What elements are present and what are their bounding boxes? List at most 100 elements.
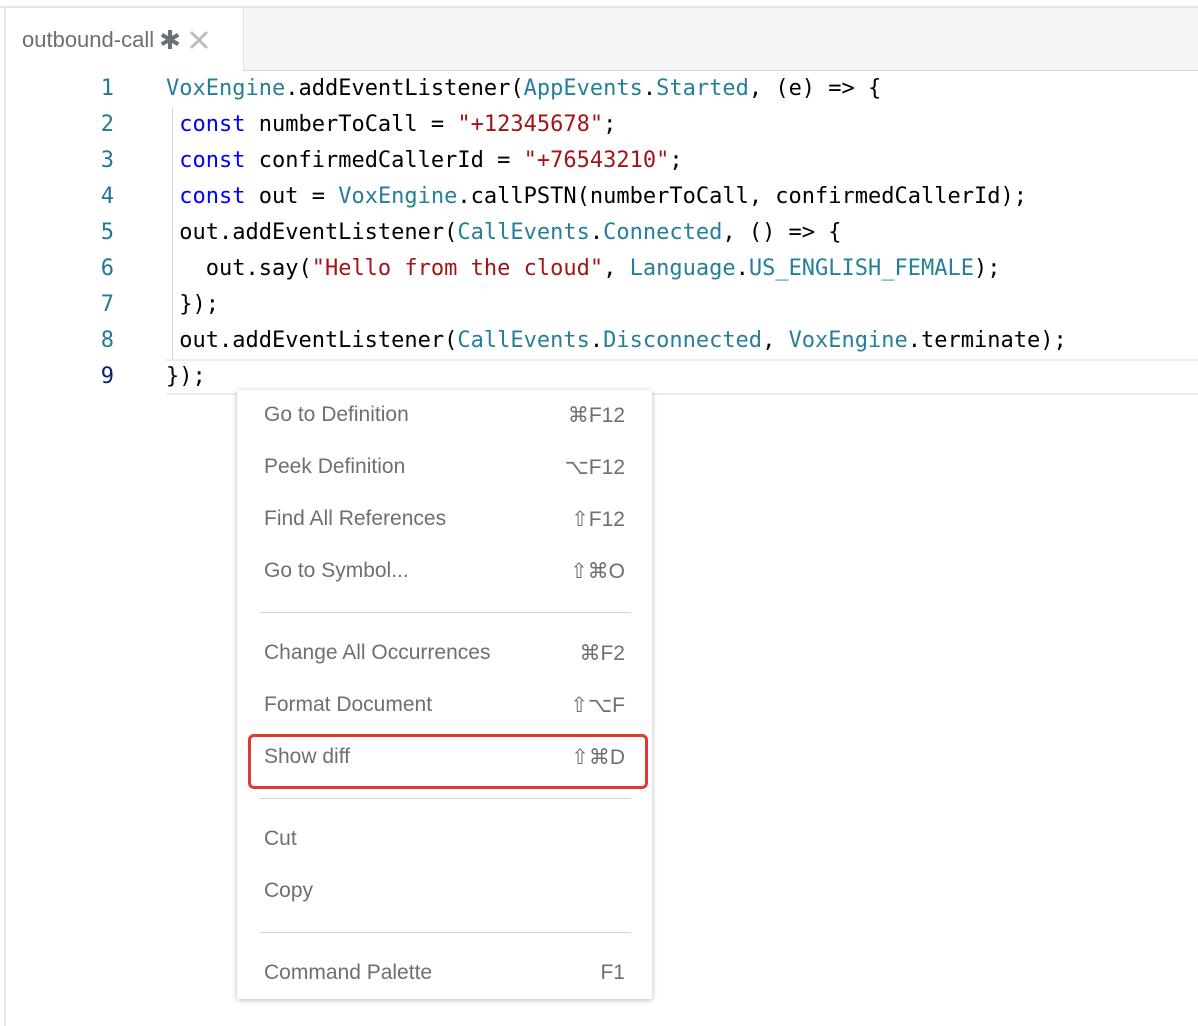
code-line[interactable]: 5 out.addEventListener(CallEvents.Connec… (6, 215, 1198, 251)
menu-item-label: Format Document (264, 693, 433, 716)
code-token: CallEvents (457, 328, 590, 353)
menu-item-label: Copy (264, 879, 314, 902)
code-token: out = (245, 184, 339, 209)
line-number: 9 (100, 364, 114, 389)
code-token: ; (669, 148, 683, 173)
code-token: "+76543210" (523, 148, 670, 173)
close-icon[interactable] (189, 30, 209, 50)
code-line[interactable]: 7 }); (6, 287, 1198, 323)
menu-item-go-to-definition[interactable]: Go to Definition ⌘F12 (237, 394, 652, 438)
code-token: , (e) => { (748, 76, 882, 101)
tab-bar: outbound-call ✱ (6, 8, 1198, 71)
line-number: 4 (100, 184, 114, 209)
menu-item-label: Cut (264, 827, 297, 850)
line-number: 3 (100, 148, 114, 173)
menu-item-command-palette[interactable]: Command Palette F1 (237, 952, 652, 996)
line-code: const numberToCall = "+12345678"; (166, 107, 616, 143)
code-token: ; (603, 112, 617, 137)
menu-item-shortcut: ⌥F12 (564, 456, 625, 479)
menu-item-shortcut: ⇧⌘O (570, 560, 625, 583)
code-token: }); (166, 364, 206, 389)
tab-outbound-call[interactable]: outbound-call ✱ (6, 8, 244, 71)
line-number: 5 (100, 220, 114, 245)
menu-item-label: Peek Definition (264, 455, 406, 478)
code-token: US_ENGLISH_FEMALE (748, 256, 974, 281)
context-menu: Go to Definition ⌘F12 Peek Definition ⌥F12 F… (237, 390, 652, 999)
menu-separator (259, 932, 631, 933)
line-number: 2 (100, 112, 114, 137)
menu-item-copy[interactable]: Copy (237, 870, 652, 914)
code-token: out.addEventListener( (166, 220, 458, 245)
menu-separator (259, 612, 631, 613)
code-token: "+12345678" (457, 112, 604, 137)
menu-separator (259, 798, 631, 799)
menu-item-label: Command Palette (264, 961, 433, 984)
menu-item-label: Go to Definition (264, 403, 409, 426)
code-token: const (179, 112, 246, 137)
code-token: VoxEngine (788, 328, 908, 353)
menu-item-go-to-symbol[interactable]: Go to Symbol... ⇧⌘O (237, 550, 652, 594)
code-token: CallEvents (457, 220, 590, 245)
code-token: .addEventListener( (285, 76, 524, 101)
code-token: const (179, 148, 246, 173)
line-code: out.addEventListener(CallEvents.Connecte… (166, 215, 842, 251)
code-token: , (762, 328, 789, 353)
menu-item-shortcut: ⇧⌥F (570, 694, 625, 717)
menu-item-find-all-references[interactable]: Find All References ⇧F12 (237, 498, 652, 542)
code-line[interactable]: 8 out.addEventListener(CallEvents.Discon… (6, 323, 1198, 359)
menu-item-label: Find All References (264, 507, 447, 530)
line-number: 6 (100, 256, 114, 281)
code-token: VoxEngine (166, 76, 286, 101)
menu-item-label: Go to Symbol... (264, 559, 409, 582)
code-token: }); (166, 292, 219, 317)
menu-item-change-all-occurrences[interactable]: Change All Occurrences ⌘F2 (237, 632, 652, 676)
code-token: , (603, 256, 630, 281)
menu-item-format-document[interactable]: Format Document ⇧⌥F (237, 684, 652, 728)
code-token: numberToCall = (245, 112, 458, 137)
code-token: out.addEventListener( (166, 328, 458, 353)
code-token: out.say( (166, 256, 312, 281)
code-token: , () => { (722, 220, 842, 245)
code-token: Started (656, 76, 749, 101)
code-token: AppEvents (523, 76, 643, 101)
line-code: }); (166, 359, 206, 395)
code-token: ); (974, 256, 1001, 281)
line-code: const out = VoxEngine.callPSTN(numberToC… (166, 179, 1027, 215)
unsaved-indicator-icon: ✱ (159, 25, 181, 55)
code-token: . (642, 76, 657, 101)
line-number: 8 (100, 328, 114, 353)
code-token: VoxEngine (338, 184, 458, 209)
code-token: const (179, 184, 246, 209)
code-token: . (589, 328, 604, 353)
show-diff-highlight-outline (248, 734, 648, 789)
code-line[interactable]: 3 const confirmedCallerId = "+76543210"; (6, 143, 1198, 179)
code-line[interactable]: 2 const numberToCall = "+12345678"; (6, 107, 1198, 143)
code-token: Disconnected (603, 328, 763, 353)
code-token: "Hello from the cloud" (311, 256, 604, 281)
menu-item-label: Change All Occurrences (264, 641, 491, 664)
menu-item-cut[interactable]: Cut (237, 818, 652, 862)
code-token: . (589, 220, 604, 245)
menu-item-shortcut: ⌘F2 (579, 642, 625, 665)
line-number: 7 (100, 292, 114, 317)
code-line[interactable]: 4 const out = VoxEngine.callPSTN(numberT… (6, 179, 1198, 215)
editor-window: outbound-call ✱ 1 VoxEngine.addEventListe… (0, 0, 1198, 1026)
code-line[interactable]: 6 out.say("Hello from the cloud", Langua… (6, 251, 1198, 287)
code-token: . (735, 256, 749, 281)
code-token: .terminate); (907, 328, 1067, 353)
menu-item-shortcut: ⌘F12 (567, 404, 625, 427)
code-line[interactable]: 1 VoxEngine.addEventListener(AppEvents.St… (6, 71, 1198, 107)
line-code: const confirmedCallerId = "+76543210"; (166, 143, 683, 179)
line-code: }); (166, 287, 219, 323)
menu-item-peek-definition[interactable]: Peek Definition ⌥F12 (237, 446, 652, 490)
code-token: confirmedCallerId = (245, 148, 524, 173)
code-token: .callPSTN(numberToCall, confirmedCallerI… (457, 184, 1027, 209)
line-code: out.addEventListener(CallEvents.Disconne… (166, 323, 1067, 359)
code-token: Language (629, 256, 736, 281)
menu-item-shortcut: F1 (600, 961, 625, 984)
code-token: Connected (603, 220, 723, 245)
line-code: out.say("Hello from the cloud", Language… (166, 251, 1001, 287)
